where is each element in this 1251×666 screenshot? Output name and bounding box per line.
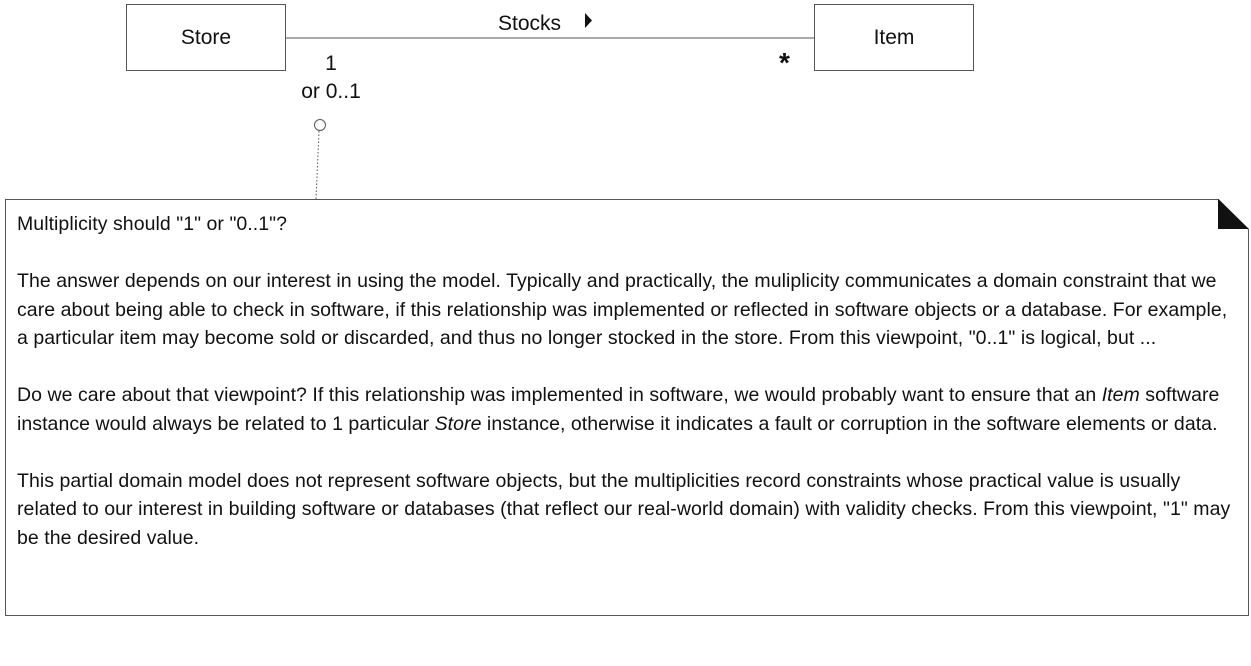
note-paragraph-3: This partial domain model does not repre… (17, 469, 1231, 549)
association-name: Stocks (498, 12, 562, 35)
reading-direction-arrow-icon (585, 13, 592, 28)
class-item-label: Item (873, 25, 915, 49)
note-store-term: Store (434, 412, 482, 435)
store-multiplicity-line2: or 0..1 (301, 80, 361, 103)
note-paragraph-2-part-3: instance, otherwise it indicates a fault… (481, 412, 1218, 435)
class-store-label: Store (180, 25, 232, 49)
note-paragraph-2-part-1: Do we care about that viewpoint? If this… (17, 384, 1102, 406)
note-paragraph-1: The answer depends on our interest in us… (17, 270, 1228, 349)
class-item[interactable]: Item (814, 4, 974, 71)
note-paragraph-2: Do we care about that viewpoint? If this… (17, 381, 1237, 438)
item-multiplicity: * (779, 47, 790, 78)
note-anchor-circle-icon (314, 119, 326, 131)
note-item-term: Item (1101, 384, 1140, 406)
store-multiplicity: 1 or 0..1 (296, 50, 366, 106)
class-store[interactable]: Store (126, 4, 286, 71)
note-connector-line (315, 130, 320, 200)
store-multiplicity-line1: 1 (325, 52, 337, 75)
uml-note[interactable]: Multiplicity should "1" or "0..1"? The a… (5, 199, 1249, 616)
note-question: Multiplicity should "1" or "0..1"? (17, 213, 288, 235)
